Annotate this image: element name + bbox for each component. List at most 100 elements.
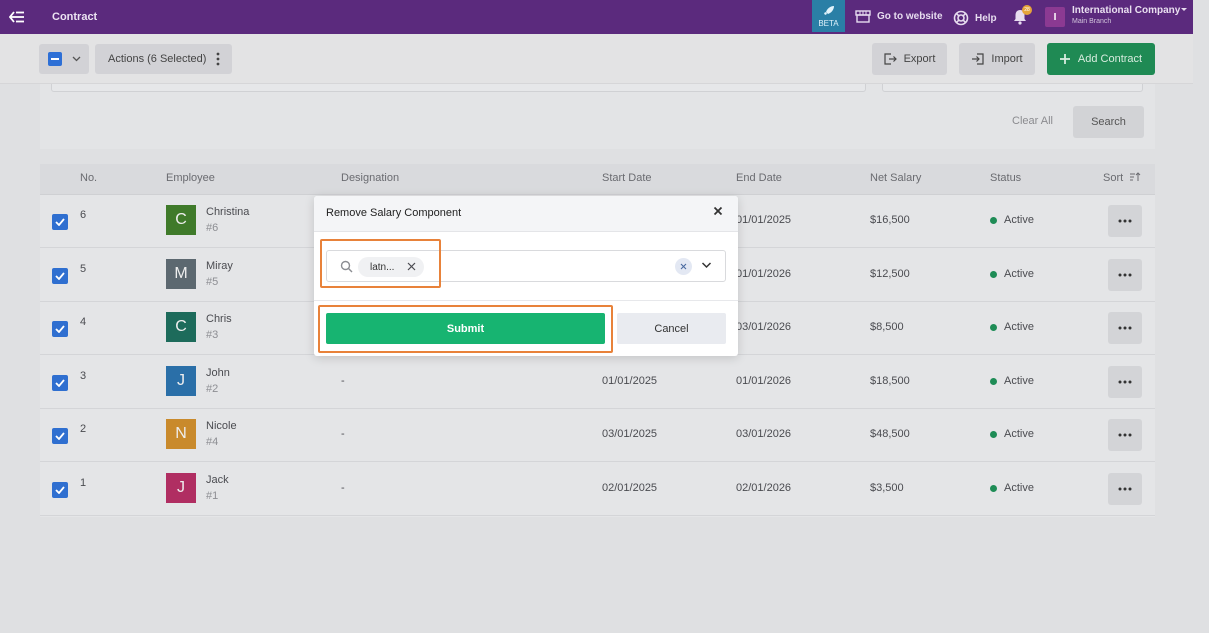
more-icon bbox=[1118, 487, 1132, 491]
beta-button[interactable]: BETA bbox=[812, 0, 845, 32]
clear-icon bbox=[680, 263, 687, 270]
chevron-down-icon[interactable] bbox=[701, 261, 712, 269]
row-checkbox[interactable] bbox=[52, 375, 68, 391]
row-checkbox[interactable] bbox=[52, 321, 68, 337]
employee-name[interactable]: Nicole bbox=[206, 420, 237, 432]
designation-cell: - bbox=[341, 428, 345, 440]
import-label: Import bbox=[991, 53, 1023, 65]
employee-id: #1 bbox=[206, 490, 219, 502]
export-label: Export bbox=[903, 53, 936, 65]
table-row[interactable]: 1 J Jack #1 - 02/01/2025 02/01/2026 $3,500 Activ… bbox=[40, 463, 1155, 516]
page-title: Contract bbox=[52, 11, 98, 23]
search-button[interactable]: Search bbox=[1073, 106, 1144, 138]
help-link[interactable]: Help bbox=[953, 10, 997, 26]
designation-cell: - bbox=[341, 375, 345, 387]
sort-label: Sort bbox=[1103, 172, 1124, 184]
employee-name[interactable]: John bbox=[206, 367, 230, 379]
highlight-box bbox=[318, 305, 613, 353]
check-icon bbox=[55, 379, 65, 387]
kebab-icon bbox=[216, 52, 220, 66]
check-icon bbox=[55, 325, 65, 333]
close-icon[interactable] bbox=[713, 206, 723, 216]
import-icon bbox=[972, 53, 985, 65]
row-number: 2 bbox=[80, 423, 87, 435]
select-all-checkbox[interactable] bbox=[48, 52, 62, 66]
status-label: Active bbox=[1004, 321, 1034, 333]
start-date-cell: 02/01/2025 bbox=[602, 482, 658, 494]
row-actions-button[interactable] bbox=[1108, 205, 1142, 237]
net-salary-cell: $18,500 bbox=[870, 375, 910, 387]
row-actions-button[interactable] bbox=[1108, 259, 1142, 291]
company-switcher[interactable]: International Company Main Branch bbox=[1072, 5, 1180, 25]
plus-icon bbox=[1059, 54, 1070, 64]
end-date-cell: 02/01/2026 bbox=[736, 482, 792, 494]
end-date-cell: 03/01/2026 bbox=[736, 428, 792, 440]
highlight-box bbox=[320, 239, 441, 288]
column-header: Net Salary bbox=[870, 172, 922, 184]
menu-toggle-icon[interactable] bbox=[0, 0, 34, 34]
row-checkbox[interactable] bbox=[52, 214, 68, 230]
cancel-button[interactable]: Cancel bbox=[617, 313, 726, 344]
row-number: 1 bbox=[80, 477, 87, 489]
net-salary-cell: $3,500 bbox=[870, 482, 904, 494]
employee-id: #5 bbox=[206, 276, 219, 288]
sort-icon bbox=[1130, 172, 1141, 181]
status-dot bbox=[990, 270, 997, 278]
top-bar: Contract BETA Go to website Help 28 I In… bbox=[0, 0, 1193, 34]
actions-button[interactable]: Actions (6 Selected) bbox=[95, 44, 232, 74]
avatar: N bbox=[166, 419, 196, 449]
status-label: Active bbox=[1004, 482, 1034, 494]
rocket-icon bbox=[823, 6, 834, 15]
table-row[interactable]: 3 J John #2 - 01/01/2025 01/01/2026 $18,500 Acti… bbox=[40, 356, 1155, 409]
company-name: International Company bbox=[1072, 5, 1181, 16]
row-checkbox[interactable] bbox=[52, 268, 68, 284]
chevron-down-icon bbox=[72, 56, 81, 62]
user-avatar[interactable]: I bbox=[1045, 7, 1065, 27]
row-actions-button[interactable] bbox=[1108, 366, 1142, 398]
designation-cell: - bbox=[341, 482, 345, 494]
row-actions-button[interactable] bbox=[1108, 312, 1142, 344]
dialog-header: Remove Salary Component bbox=[314, 196, 738, 232]
net-salary-cell: $12,500 bbox=[870, 268, 910, 280]
check-icon bbox=[55, 218, 65, 226]
export-button[interactable]: Export bbox=[872, 43, 947, 75]
sort-header[interactable]: Sort bbox=[1103, 172, 1141, 184]
notifications-button[interactable]: 28 bbox=[1011, 5, 1032, 29]
caret-down-icon[interactable] bbox=[1180, 7, 1188, 13]
clear-all-link[interactable]: Clear All bbox=[1012, 115, 1053, 127]
clear-selection-button[interactable] bbox=[675, 258, 692, 275]
filter-field[interactable] bbox=[51, 84, 866, 92]
filter-panel: Clear All Search bbox=[40, 84, 1155, 149]
import-button[interactable]: Import bbox=[959, 43, 1035, 75]
employee-name[interactable]: Christina bbox=[206, 206, 249, 218]
avatar: M bbox=[166, 259, 196, 289]
status-label: Active bbox=[1004, 268, 1034, 280]
branch-name: Main Branch bbox=[1072, 18, 1112, 25]
status-badge: Active bbox=[990, 321, 1034, 333]
employee-name[interactable]: Chris bbox=[206, 313, 232, 325]
row-actions-button[interactable] bbox=[1108, 473, 1142, 505]
go-to-website-link[interactable]: Go to website bbox=[855, 10, 943, 23]
status-label: Active bbox=[1004, 214, 1034, 226]
column-header: Employee bbox=[166, 172, 215, 184]
avatar: J bbox=[166, 473, 196, 503]
net-salary-cell: $48,500 bbox=[870, 428, 910, 440]
employee-id: #4 bbox=[206, 436, 219, 448]
bulk-select-dropdown[interactable] bbox=[39, 44, 89, 74]
row-checkbox[interactable] bbox=[52, 428, 68, 444]
employee-name[interactable]: Miray bbox=[206, 260, 233, 272]
add-contract-button[interactable]: Add Contract bbox=[1047, 43, 1155, 75]
filter-field[interactable] bbox=[882, 84, 1143, 92]
column-header: Designation bbox=[341, 172, 400, 184]
row-checkbox[interactable] bbox=[52, 482, 68, 498]
row-number: 3 bbox=[80, 370, 87, 382]
store-icon bbox=[855, 10, 871, 23]
add-contract-label: Add Contract bbox=[1077, 53, 1143, 65]
employee-name[interactable]: Jack bbox=[206, 474, 229, 486]
end-date-cell: 01/01/2026 bbox=[736, 268, 792, 280]
employee-id: #2 bbox=[206, 383, 219, 395]
status-badge: Active bbox=[990, 482, 1034, 494]
table-row[interactable]: 2 N Nicole #4 - 03/01/2025 03/01/2026 $48,500 Ac… bbox=[40, 409, 1155, 462]
row-actions-button[interactable] bbox=[1108, 419, 1142, 451]
status-dot bbox=[990, 216, 997, 224]
